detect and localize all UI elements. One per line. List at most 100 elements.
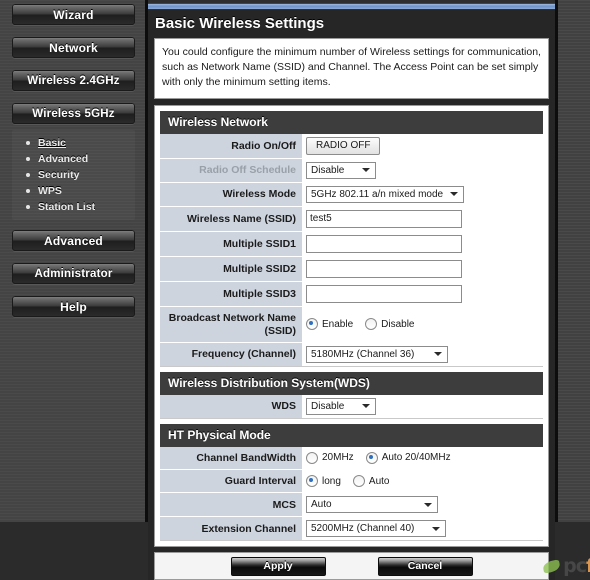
select-value: Auto (311, 499, 332, 511)
cancel-button[interactable]: Cancel (377, 556, 473, 576)
sidebar-item-help[interactable]: Help (12, 296, 135, 317)
section-header-ht-physical-mode: HT Physical Mode (160, 423, 543, 447)
guard-interval-long-option[interactable]: long (306, 475, 341, 488)
field-control (302, 231, 543, 256)
field-control: RADIO OFF (302, 133, 543, 158)
select-value: Disable (311, 400, 345, 412)
row-wireless-mode: Wireless Mode 5GHz 802.11 a/n mixed mode (160, 182, 543, 207)
sidebar-item-security[interactable]: Security (12, 167, 135, 183)
section-body-ht-physical-mode: Channel BandWidth 20MHz Auto 20/40MHz Gu… (160, 446, 543, 542)
select-value: 5180MHz (Channel 36) (311, 348, 415, 360)
field-control: 5180MHz (Channel 36) (302, 342, 543, 366)
main-content: Basic Wireless Settings You could config… (148, 0, 590, 580)
select-value: Disable (311, 164, 345, 176)
sidebar-item-network[interactable]: Network (12, 37, 135, 58)
channel-bandwidth-auto-option[interactable]: Auto 20/40MHz (365, 451, 451, 464)
wds-select[interactable]: Disable (306, 397, 376, 415)
radio-button-icon[interactable] (306, 475, 318, 488)
sidebar-item-wireless-24ghz[interactable]: Wireless 2.4GHz (12, 70, 135, 91)
option-label: Auto (368, 475, 390, 487)
sidebar-item-label: WPS (38, 185, 62, 197)
field-label: Wireless Mode (160, 182, 302, 206)
sidebar-item-label: Security (38, 169, 80, 181)
section-body-wireless-network: Radio On/Off RADIO OFF Radio Off Schedul… (160, 133, 543, 367)
field-control: long Auto (302, 470, 543, 493)
content-area: Basic Wireless Settings You could config… (148, 10, 590, 580)
apply-button[interactable]: Apply (230, 556, 326, 576)
settings-panel: Wireless Network Radio On/Off RADIO OFF … (154, 104, 549, 548)
sidebar-item-label: Administrator (34, 267, 113, 280)
ssid-input[interactable] (306, 209, 462, 228)
row-multiple-ssid1: Multiple SSID1 (160, 231, 543, 257)
multiple-ssid2-input[interactable] (306, 259, 462, 278)
sidebar-item-label: Help (60, 299, 87, 314)
chevron-down-icon (450, 192, 458, 197)
page-title: Basic Wireless Settings (148, 10, 555, 38)
broadcast-ssid-enable-option[interactable]: Enable (306, 318, 354, 331)
field-label: Wireless Name (SSID) (160, 206, 302, 231)
radio-button-icon[interactable] (365, 451, 378, 464)
apply-button-label: Apply (263, 560, 293, 573)
sidebar-item-label: Station List (38, 201, 96, 213)
sidebar-item-administrator[interactable]: Administrator (12, 263, 135, 284)
field-label-line1: Broadcast Network Name (168, 311, 296, 324)
field-control: 5200MHz (Channel 40) (302, 517, 543, 541)
field-label: Guard Interval (160, 470, 302, 493)
multiple-ssid1-input[interactable] (306, 234, 462, 253)
field-control: Disable (302, 394, 543, 418)
sidebar-item-advanced[interactable]: Advanced (12, 151, 135, 167)
chevron-down-icon (432, 526, 440, 531)
radio-button-icon[interactable] (365, 318, 378, 331)
option-label: 20MHz (322, 452, 354, 464)
field-label: WDS (160, 394, 302, 418)
row-multiple-ssid2: Multiple SSID2 (160, 256, 543, 282)
bullet-icon (26, 173, 30, 177)
field-label: Multiple SSID3 (160, 281, 302, 306)
field-control: 5GHz 802.11 a/n mixed mode (302, 182, 543, 206)
wireless-mode-select[interactable]: 5GHz 802.11 a/n mixed mode (306, 185, 464, 203)
row-broadcast-ssid: Broadcast Network Name (SSID) Enable Dis… (160, 306, 543, 343)
option-label: Enable (322, 318, 354, 330)
sidebar-item-wps[interactable]: WPS (12, 183, 135, 199)
channel-bandwidth-20mhz-option[interactable]: 20MHz (306, 451, 354, 464)
sidebar: Wizard Network Wireless 2.4GHz Wireless … (0, 0, 148, 522)
radio-button-icon[interactable] (306, 451, 318, 464)
sidebar-item-basic[interactable]: Basic (12, 135, 135, 151)
row-radio-off-schedule: Radio Off Schedule Disable (160, 158, 543, 183)
sidebar-item-label: Advanced (44, 233, 103, 248)
sidebar-item-label: Wizard (53, 7, 94, 22)
right-margin-texture (555, 0, 590, 522)
bullet-icon (26, 189, 30, 193)
multiple-ssid3-input[interactable] (306, 284, 462, 303)
channel-bandwidth-radio-group: 20MHz Auto 20/40MHz (306, 451, 451, 464)
frequency-channel-select[interactable]: 5180MHz (Channel 36) (306, 345, 448, 363)
field-label: Extension Channel (160, 517, 302, 541)
section-header-wds: Wireless Distribution System(WDS) (160, 371, 543, 395)
router-admin-page: Wizard Network Wireless 2.4GHz Wireless … (0, 0, 590, 580)
radio-button-icon[interactable] (352, 475, 365, 488)
form-actions: Apply Cancel pc foster (154, 552, 590, 580)
field-control (302, 256, 543, 281)
broadcast-ssid-disable-option[interactable]: Disable (365, 318, 415, 331)
radio-button-icon[interactable] (306, 318, 318, 331)
field-label: Radio Off Schedule (160, 158, 302, 182)
row-guard-interval: Guard Interval long Auto (160, 470, 543, 494)
guard-interval-auto-option[interactable]: Auto (352, 475, 390, 488)
field-control: Enable Disable (302, 306, 543, 342)
sidebar-item-advanced-main[interactable]: Advanced (12, 230, 135, 251)
leaf-icon (542, 559, 562, 574)
sidebar-item-wizard[interactable]: Wizard (12, 4, 135, 25)
field-label-line2: (SSID) (264, 324, 297, 337)
row-frequency-channel: Frequency (Channel) 5180MHz (Channel 36) (160, 342, 543, 366)
sidebar-item-station-list[interactable]: Station List (12, 199, 135, 215)
radio-off-schedule-select[interactable]: Disable (306, 161, 376, 179)
radio-on-off-button[interactable]: RADIO OFF (306, 136, 381, 155)
guard-interval-radio-group: long Auto (306, 475, 390, 488)
extension-channel-select[interactable]: 5200MHz (Channel 40) (306, 520, 446, 538)
field-label: Frequency (Channel) (160, 342, 302, 366)
mcs-select[interactable]: Auto (306, 496, 438, 514)
row-radio-on-off: Radio On/Off RADIO OFF (160, 133, 543, 159)
sidebar-item-wireless-5ghz[interactable]: Wireless 5GHz (12, 103, 135, 124)
field-control: Auto (302, 493, 543, 517)
section-body-wds: WDS Disable (160, 394, 543, 419)
